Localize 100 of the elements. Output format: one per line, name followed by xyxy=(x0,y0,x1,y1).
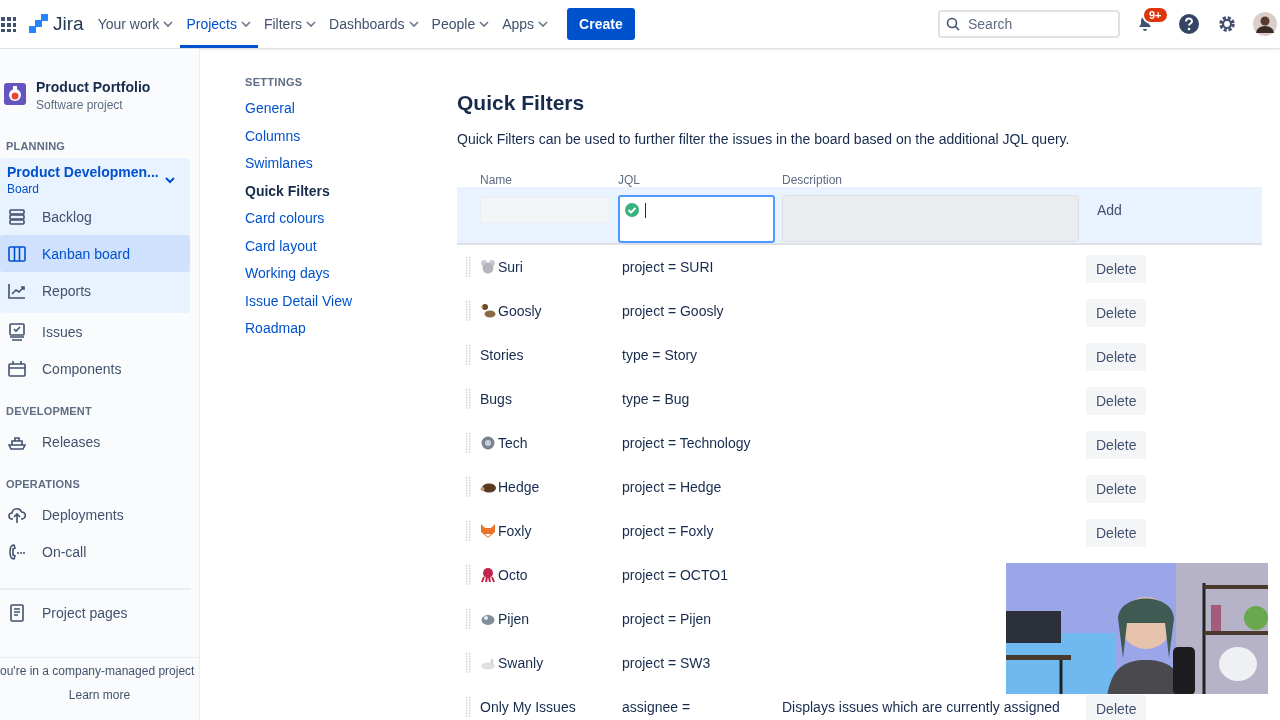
drag-handle-icon[interactable] xyxy=(466,565,471,585)
section-heading: DEVELOPMENT xyxy=(5,404,93,419)
sidebar-item[interactable]: Kanban board xyxy=(0,235,190,272)
sidebar-item[interactable]: Deployments xyxy=(0,496,190,533)
settings-link[interactable]: Issue Detail View xyxy=(245,292,353,320)
filter-name: Stories xyxy=(480,347,524,363)
description-field[interactable] xyxy=(782,195,1079,242)
chart-icon xyxy=(8,281,26,300)
settings-link[interactable]: Card colours xyxy=(245,210,325,238)
filter-jql: project = Pijen xyxy=(621,611,713,627)
page-icon xyxy=(8,603,26,622)
delete-button[interactable]: Delete xyxy=(1086,343,1147,371)
fox-icon xyxy=(480,523,496,539)
settings-icon[interactable] xyxy=(1216,13,1238,35)
filter-name: Bugs xyxy=(480,391,512,407)
page-title: Quick Filters xyxy=(457,91,585,115)
drag-handle-icon[interactable] xyxy=(466,257,471,277)
drag-handle-icon[interactable] xyxy=(466,345,471,365)
sidebar-item[interactable]: Releases xyxy=(0,423,190,460)
filter-jql: type = Bug xyxy=(621,391,691,407)
help-icon[interactable] xyxy=(1178,13,1200,35)
drag-handle-icon[interactable] xyxy=(466,697,471,717)
filter-jql: project = Technology xyxy=(621,435,752,451)
learn-more-link[interactable]: Learn more xyxy=(68,688,131,702)
delete-button[interactable]: Delete xyxy=(1086,387,1147,415)
filter-jql: type = Story xyxy=(621,347,699,363)
settings-link[interactable]: Quick Filters xyxy=(245,182,330,210)
settings-link[interactable]: Working days xyxy=(245,265,330,293)
sidebar-item[interactable]: Components xyxy=(0,350,190,387)
delete-button[interactable]: Delete xyxy=(1086,695,1147,720)
settings-link[interactable]: General xyxy=(245,100,295,128)
filter-jql: project = Goosly xyxy=(621,303,725,319)
sidebar-item[interactable]: Backlog xyxy=(0,198,190,235)
settings-link[interactable]: Roadmap xyxy=(245,320,306,348)
delete-button[interactable]: Delete xyxy=(1086,475,1147,503)
project-name[interactable]: Product Portfolio xyxy=(36,79,151,95)
nav-menu[interactable]: Filters xyxy=(257,0,324,48)
nav-menu[interactable]: People xyxy=(425,0,497,48)
chevron-down-icon xyxy=(537,18,550,30)
notification-badge: 9+ xyxy=(1142,6,1169,24)
filter-description: Displays issues which are currently assigned xyxy=(782,699,1061,715)
nav-menu[interactable]: Dashboards xyxy=(323,0,426,48)
jql-field[interactable] xyxy=(618,195,775,243)
filter-jql: project = OCTO1 xyxy=(621,567,729,583)
gear-icon xyxy=(480,435,496,451)
filter-name: Swanly xyxy=(498,655,544,671)
project-type: Software project xyxy=(36,98,124,112)
app-switcher-icon[interactable] xyxy=(0,16,16,32)
backlog-icon xyxy=(8,207,26,226)
nav-menu[interactable]: Your work xyxy=(91,0,181,48)
calendar-icon xyxy=(8,359,26,378)
mouse-icon xyxy=(480,259,496,275)
search-field[interactable]: Search xyxy=(938,10,1120,38)
delete-button[interactable]: Delete xyxy=(1086,431,1147,459)
settings-link[interactable]: Card layout xyxy=(245,237,317,265)
drag-handle-icon[interactable] xyxy=(466,609,471,629)
cloud-upload-icon xyxy=(8,505,26,524)
sidebar-item[interactable]: On-call xyxy=(0,533,190,570)
avatar-icon[interactable] xyxy=(1252,11,1278,37)
drag-handle-icon[interactable] xyxy=(466,433,471,453)
filter-jql: project = SW3 xyxy=(621,655,712,671)
sidebar-item[interactable]: Reports xyxy=(0,272,190,309)
chevron-down-icon xyxy=(162,18,175,30)
delete-button[interactable]: Delete xyxy=(1086,255,1147,283)
nav-menu[interactable]: Apps xyxy=(496,0,556,48)
sidebar-item[interactable]: Issues xyxy=(0,313,190,350)
board-switcher[interactable]: Product Developmen... Board xyxy=(0,158,190,198)
filter-name: Suri xyxy=(498,259,523,275)
drag-handle-icon[interactable] xyxy=(466,477,471,497)
filter-name: Octo xyxy=(498,567,528,583)
product-name[interactable]: Jira xyxy=(53,13,84,35)
filter-jql: project = Hedge xyxy=(621,479,723,495)
section-heading: OPERATIONS xyxy=(5,477,81,492)
drag-handle-icon[interactable] xyxy=(466,389,471,409)
sidebar-item[interactable]: Project pages xyxy=(0,594,190,631)
chevron-down-icon xyxy=(164,174,176,186)
settings-link[interactable]: Swimlanes xyxy=(245,155,313,183)
settings-link[interactable]: Columns xyxy=(245,127,301,155)
octopus-icon xyxy=(480,567,496,583)
filter-jql: project = Foxly xyxy=(621,523,715,539)
chevron-down-icon xyxy=(239,18,252,30)
filter-name: Goosly xyxy=(498,303,542,319)
delete-button[interactable]: Delete xyxy=(1086,299,1147,327)
drag-handle-icon[interactable] xyxy=(466,301,471,321)
column-header: Name xyxy=(480,173,513,187)
project-avatar-icon xyxy=(4,83,26,105)
chevron-down-icon xyxy=(407,18,420,30)
chevron-down-icon xyxy=(305,18,318,30)
filter-jql: assignee = xyxy=(621,699,692,715)
phone-icon xyxy=(8,542,26,561)
drag-handle-icon[interactable] xyxy=(466,521,471,541)
delete-button[interactable]: Delete xyxy=(1086,519,1147,547)
filter-name: Hedge xyxy=(498,479,540,495)
monitor-icon xyxy=(8,322,26,341)
jira-logo-icon xyxy=(27,13,49,35)
filter-jql: project = SURI xyxy=(621,259,715,275)
create-button[interactable]: Create xyxy=(567,8,635,40)
search-icon xyxy=(946,17,960,31)
drag-handle-icon[interactable] xyxy=(466,653,471,673)
page-description: Quick Filters can be used to further filter the issues in the board based on the additional JQL query. xyxy=(457,131,1070,147)
